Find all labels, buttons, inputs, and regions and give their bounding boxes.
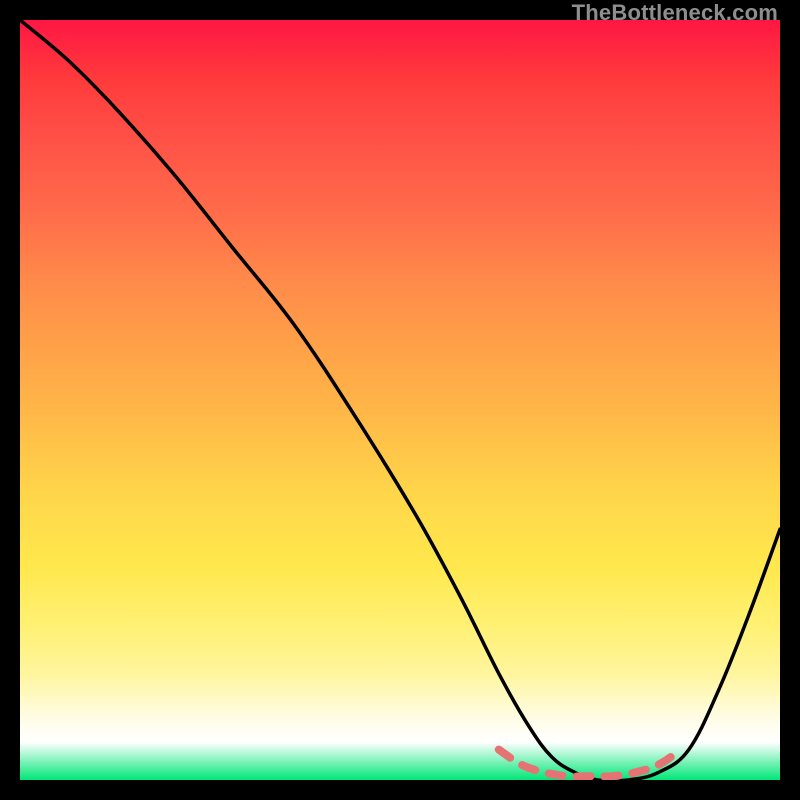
curve-svg bbox=[20, 20, 780, 780]
bottleneck-curve-path bbox=[20, 20, 780, 780]
chart-root: TheBottleneck.com bbox=[0, 0, 800, 800]
watermark-label: TheBottleneck.com bbox=[572, 0, 778, 26]
optimal-zone-dashes bbox=[499, 750, 681, 777]
main-curve-group bbox=[20, 20, 780, 780]
plot-area bbox=[20, 20, 780, 780]
